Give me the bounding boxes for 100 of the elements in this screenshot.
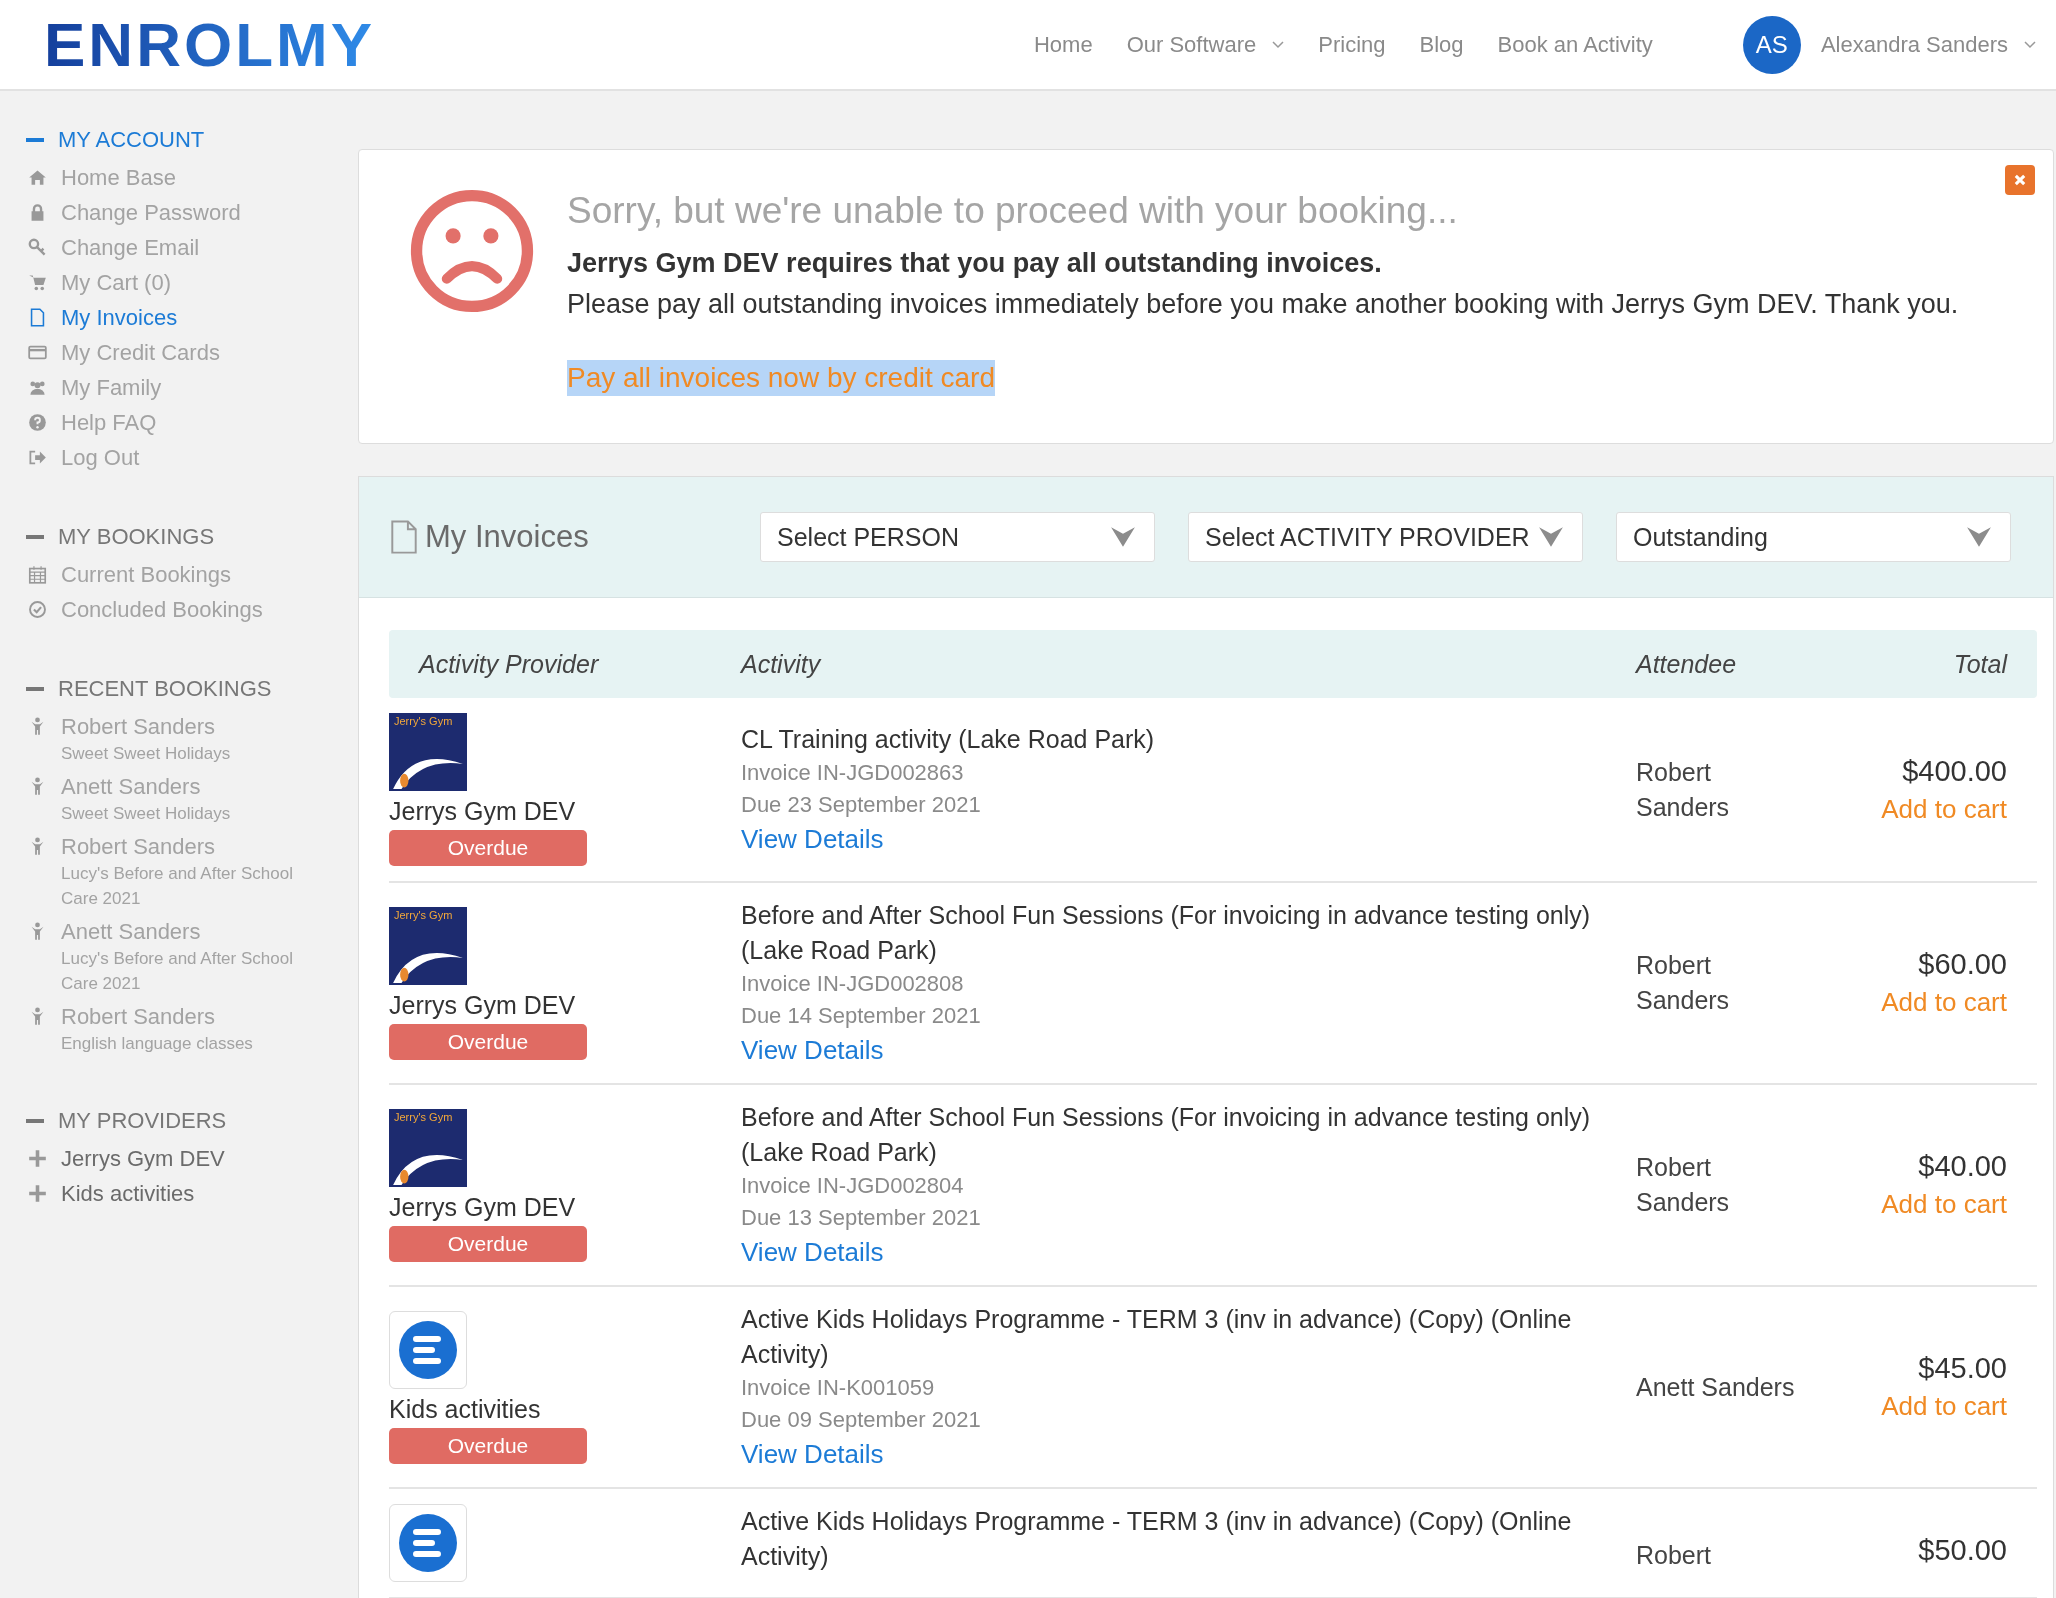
sidebar-link[interactable]: My Credit Cards — [61, 340, 220, 365]
document-icon — [28, 308, 47, 327]
caret-icon[interactable] — [2024, 40, 2036, 49]
status-badge: Overdue — [389, 1225, 587, 1262]
add-to-cart-link[interactable]: Add to cart — [1881, 1391, 2007, 1422]
filter-dropdown[interactable]: Select ACTIVITY PROVIDER — [1188, 512, 1583, 562]
menu-lines-icon — [398, 1513, 458, 1573]
view-details-link[interactable]: View Details — [741, 824, 884, 854]
credit-card-icon — [28, 343, 47, 362]
invoice-total: $50.00 — [1917, 1534, 2007, 1567]
logo-text: Jerry's Gym — [394, 715, 453, 727]
sidebar-link[interactable]: Anett Sanders — [61, 919, 201, 944]
column-header: Activity Provider — [419, 649, 600, 679]
question-icon — [28, 413, 47, 432]
provider-name: Jerrys Gym DEV — [389, 797, 576, 826]
activity-name: Active Kids Holidays Programme - TERM 3 (inv in advance) (Copy) (Online Activity) — [741, 1506, 1573, 1572]
attendee-name: Robert Sanders — [1636, 950, 1731, 1016]
add-to-cart-link[interactable]: Add to cart — [1881, 793, 2007, 825]
invoice-total: $40.00 — [1917, 1150, 2007, 1183]
section-heading[interactable]: RECENT BOOKINGS — [26, 676, 358, 702]
menu-lines-icon — [398, 1319, 458, 1380]
add-to-cart-link[interactable]: Add to cart — [1881, 987, 2007, 1018]
due-date: Due 13 September 2021 — [741, 1204, 982, 1232]
sidebar-link[interactable]: Change Email — [61, 235, 200, 260]
status-badge: Overdue — [389, 1023, 587, 1060]
key-icon — [28, 238, 47, 257]
sidebar-link[interactable]: Concluded Bookings — [61, 597, 263, 622]
view-details-link[interactable]: View Details — [741, 1439, 884, 1469]
column-header: Total — [1952, 649, 2007, 679]
swoosh-drawing — [393, 1154, 463, 1185]
activity-name: Before and After School Fun Sessions (For invoicing in advance testing only) (Lake Road Park) — [741, 900, 1592, 966]
due-date: Due 23 September 2021 — [741, 791, 982, 819]
sidebar-link[interactable]: Help FAQ — [61, 410, 157, 435]
nav-link[interactable]: Book an Activity — [1497, 31, 1653, 58]
alert-heading: Jerrys Gym DEV requires that you pay all outstanding invoices. — [567, 248, 1383, 279]
plus-icon — [28, 1184, 47, 1203]
nav-link[interactable]: Home — [1033, 31, 1093, 58]
sidebar-link[interactable]: Anett Sanders — [61, 774, 201, 799]
sidebar-link[interactable]: Kids activities — [61, 1181, 195, 1206]
view-details-link[interactable]: View Details — [741, 1035, 884, 1065]
section-heading[interactable]: MY ACCOUNT — [26, 127, 358, 153]
activity-name: CL Training activity (Lake Road Park) — [741, 724, 1156, 755]
section-heading[interactable]: MY BOOKINGS — [26, 524, 358, 550]
invoice-number: Invoice IN-JGD002804 — [741, 1172, 965, 1200]
calendar-icon — [28, 565, 47, 584]
sidebar-link[interactable]: Change Password — [61, 200, 241, 225]
booking-activity: Sweet Sweet Holidays — [61, 743, 232, 765]
swoosh-drawing — [393, 952, 463, 983]
attendee-name: Robert Sanders — [1636, 756, 1731, 823]
sidebar-link[interactable]: My Invoices — [61, 305, 178, 330]
caret-icon[interactable] — [1272, 40, 1285, 49]
invoice-total: $400.00 — [1901, 754, 2007, 788]
nav-link[interactable]: Blog — [1419, 31, 1464, 58]
activity-name: Before and After School Fun Sessions (For invoicing in advance testing only) (Lake Road Park) — [741, 1102, 1592, 1168]
due-date: Due 09 September 2021 — [741, 1406, 982, 1434]
attendee-name: Anett Sanders — [1636, 1371, 1796, 1403]
sidebar-link[interactable]: Home Base — [61, 165, 176, 190]
booking-activity: Lucy's Before and After School Care 2021 — [61, 948, 294, 995]
invoice-number: Invoice IN-K001059 — [741, 1374, 936, 1402]
invoice-total: $45.00 — [1917, 1352, 2007, 1385]
dropdown-arrow-icon — [1110, 526, 1136, 548]
logo-text: Jerry's Gym — [394, 908, 453, 921]
user-avatar[interactable]: AS — [1742, 15, 1801, 74]
alert-message: Please pay all outstanding invoices immediately before you make another booking with Jerrys Gym DEV. Thank you. — [567, 289, 1959, 320]
filter-dropdown[interactable]: Outstanding — [1616, 512, 2011, 562]
column-header: Attendee — [1636, 649, 1738, 679]
activity-name: Active Kids Holidays Programme - TERM 3 (inv in advance) (Copy) (Online Activity) — [741, 1304, 1573, 1370]
invoice-total: $60.00 — [1917, 948, 2007, 981]
logout-icon — [28, 448, 47, 467]
provider-name: Jerrys Gym DEV — [389, 1192, 576, 1222]
sidebar-link[interactable]: My Cart (0) — [61, 270, 171, 295]
sidebar-link[interactable]: Robert Sanders — [61, 834, 216, 859]
status-badge: Overdue — [389, 830, 587, 866]
logo-text: Jerry's Gym — [394, 1110, 453, 1123]
filter-dropdown[interactable]: Select PERSON — [760, 512, 1155, 562]
provider-name: Kids activities — [389, 1394, 541, 1424]
nav-link[interactable]: Our Software — [1126, 31, 1257, 58]
view-details-link[interactable]: View Details — [741, 1237, 884, 1267]
add-to-cart-link[interactable]: Add to cart — [1881, 1189, 2007, 1220]
sidebar-link[interactable]: Robert Sanders — [61, 1004, 216, 1029]
invoice-number: Invoice IN-JGD002863 — [741, 759, 965, 787]
booking-activity: English language classes — [61, 1033, 254, 1055]
sidebar-link[interactable]: Jerrys Gym DEV — [61, 1146, 225, 1171]
user-menu[interactable]: Alexandra Sanders — [1820, 31, 2008, 58]
home-icon — [28, 168, 47, 187]
section-heading[interactable]: MY PROVIDERS — [26, 1108, 358, 1134]
sidebar-link[interactable]: Current Bookings — [61, 562, 231, 587]
dropdown-arrow-icon — [1538, 526, 1564, 548]
sidebar-link[interactable]: Log Out — [61, 445, 140, 470]
sidebar-link[interactable]: My Family — [61, 375, 162, 400]
panel-title: My Invoices — [425, 519, 590, 555]
attendee-name: Robert Sanders — [1636, 1152, 1731, 1218]
attendee-name: Robert — [1636, 1540, 1713, 1571]
plus-icon — [28, 1149, 47, 1168]
sad-face-icon — [409, 188, 535, 314]
nav-link[interactable]: Pricing — [1318, 31, 1386, 58]
sidebar-link[interactable]: Robert Sanders — [61, 714, 216, 739]
cart-icon — [28, 273, 47, 292]
alert-title: Sorry, but we're unable to proceed with your booking... — [567, 190, 1459, 232]
close-button[interactable] — [2005, 165, 2035, 195]
